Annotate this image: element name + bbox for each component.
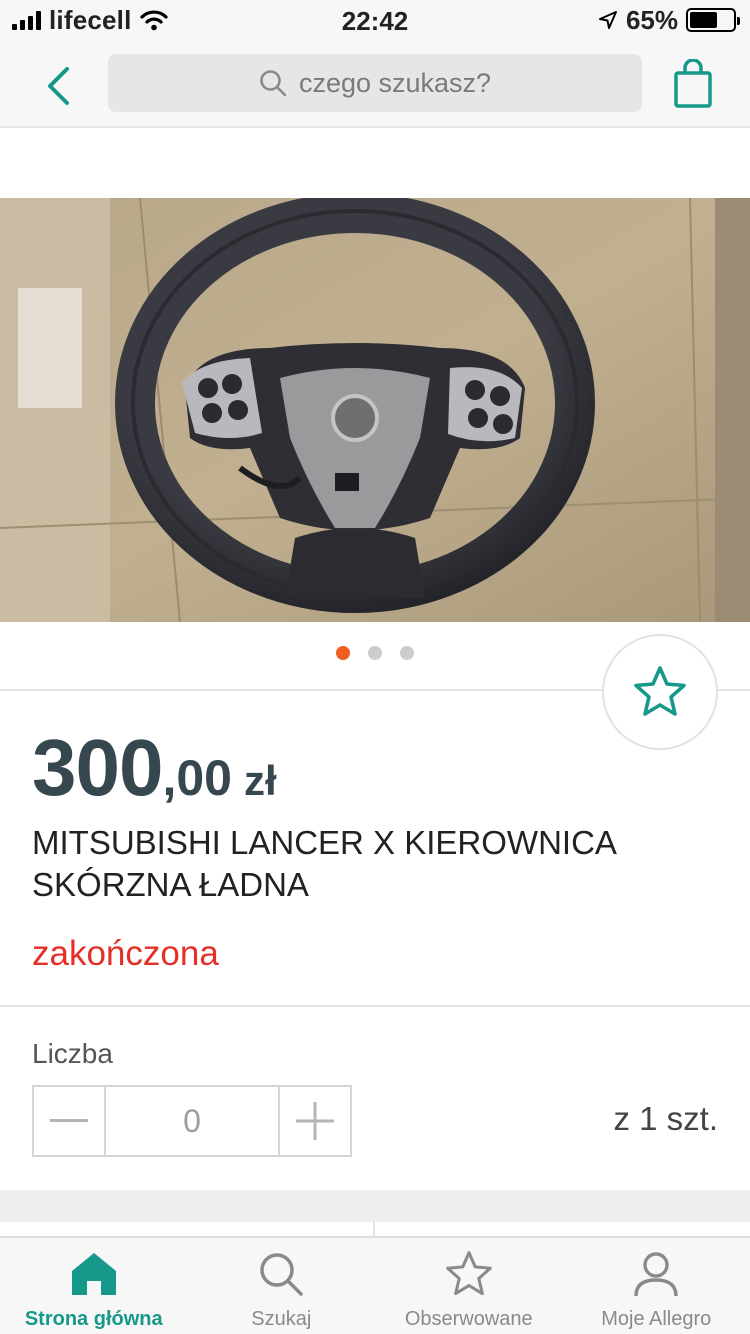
header: czego szukasz? — [0, 40, 750, 128]
quantity-label: Liczba — [32, 1038, 113, 1069]
search-input[interactable]: czego szukasz? — [108, 54, 642, 112]
tab-label: Szukaj — [251, 1308, 312, 1330]
quantity-input[interactable]: 0 — [104, 1087, 280, 1155]
location-arrow-icon — [598, 11, 617, 29]
cart-button[interactable] — [666, 54, 720, 114]
star-icon — [443, 1248, 495, 1300]
quantity-stepper: 0 — [32, 1085, 352, 1157]
price-currency: zł — [244, 757, 277, 804]
user-icon — [630, 1248, 682, 1300]
tab-label: Obserwowane — [404, 1308, 533, 1330]
tab-search[interactable]: Szukaj — [188, 1238, 376, 1334]
divider — [0, 1005, 750, 1007]
status-bar: lifecell 22:42 65% — [0, 0, 750, 40]
minus-icon — [50, 1119, 88, 1122]
pagination-dot-active[interactable] — [336, 646, 350, 660]
price: 300 ,00 zł — [32, 722, 277, 814]
tab-bar: Strona główna Szukaj Obserwowane Moje Al… — [0, 1236, 750, 1334]
product-image-gallery[interactable] — [0, 198, 750, 622]
tab-home[interactable]: Strona główna — [0, 1238, 188, 1334]
tab-my-allegro[interactable]: Moje Allegro — [563, 1238, 750, 1334]
plus-icon — [296, 1102, 334, 1140]
battery-icon — [686, 8, 740, 32]
product-title: MITSUBISHI LANCER X KIEROWNICA SKÓRZNA Ł… — [32, 824, 616, 903]
star-icon — [634, 666, 686, 716]
pagination-dot[interactable] — [368, 646, 382, 660]
price-integer: 300 — [32, 723, 163, 812]
search-placeholder: czego szukasz? — [298, 67, 492, 98]
back-button[interactable] — [30, 58, 86, 114]
increment-button[interactable] — [280, 1087, 350, 1155]
search-icon — [260, 70, 287, 97]
tab-watched[interactable]: Obserwowane — [375, 1238, 563, 1334]
status-right: 65% — [598, 4, 740, 35]
home-icon — [68, 1248, 120, 1300]
tab-label: Strona główna — [24, 1308, 163, 1330]
battery-fill — [690, 12, 718, 28]
chevron-left-icon — [48, 67, 69, 105]
favorite-button[interactable] — [602, 634, 718, 750]
decrement-button[interactable] — [34, 1087, 104, 1155]
tab-label: Moje Allegro — [601, 1308, 712, 1330]
auction-status: zakończona — [32, 934, 219, 973]
battery-percent: 65% — [625, 4, 678, 35]
shopping-bag-icon — [674, 59, 712, 108]
price-decimal: ,00 — [162, 750, 232, 806]
steering-wheel-photo — [0, 198, 750, 622]
pagination-dot[interactable] — [400, 646, 414, 660]
section-separator — [0, 1190, 750, 1222]
quantity-available: z 1 szt. — [613, 1100, 718, 1137]
search-icon — [255, 1248, 307, 1300]
